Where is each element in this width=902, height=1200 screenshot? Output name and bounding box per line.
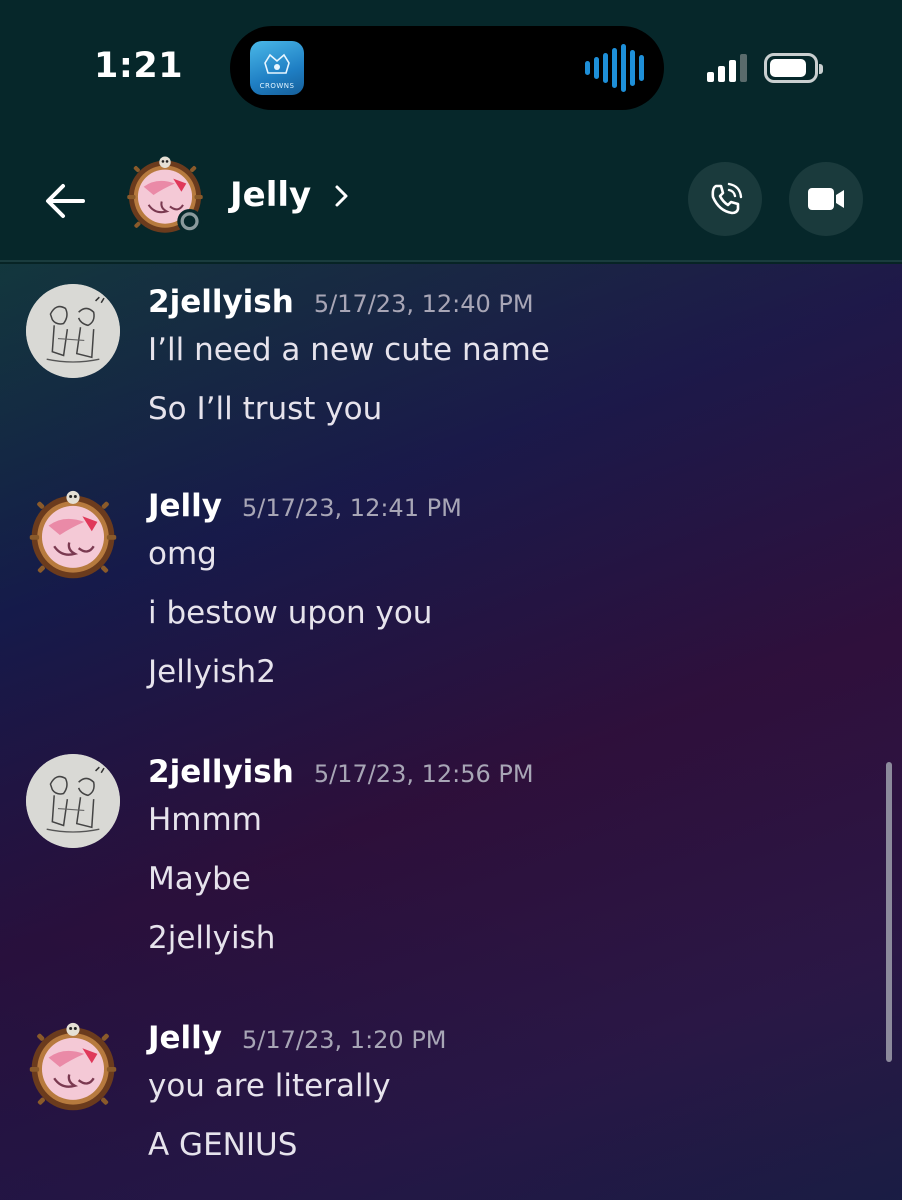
voice-call-button[interactable]	[688, 162, 762, 236]
message-group: 2jellyish 5/17/23, 12:40 PM I’ll need a …	[0, 284, 860, 444]
message-timestamp: 5/17/23, 1:20 PM	[242, 1026, 447, 1054]
message-text[interactable]: omg	[148, 536, 217, 572]
message-header: Jelly 5/17/23, 1:20 PM	[148, 1020, 447, 1056]
message-group: Jelly 5/17/23, 12:41 PM omg i bestow upo…	[0, 488, 860, 698]
message-group: 2jellyish 5/17/23, 12:56 PM Hmmm Maybe 2…	[0, 754, 860, 964]
phone-icon	[711, 182, 743, 215]
video-camera-icon	[808, 188, 844, 210]
message-group: Jelly 5/17/23, 1:20 PM you are literally…	[0, 1020, 860, 1190]
message-text[interactable]: A GENIUS	[148, 1127, 297, 1163]
message-text[interactable]: i bestow upon you	[148, 595, 432, 631]
scrollbar[interactable]	[886, 762, 892, 1062]
message-list[interactable]: 2jellyish 5/17/23, 12:40 PM I’ll need a …	[0, 264, 902, 1200]
message-header: 2jellyish 5/17/23, 12:40 PM	[148, 284, 534, 320]
header-avatar[interactable]	[124, 153, 206, 237]
author-avatar[interactable]	[26, 284, 120, 378]
status-bar: 1:21 CROWNS	[0, 0, 902, 140]
message-timestamp: 5/17/23, 12:40 PM	[313, 290, 534, 318]
message-text[interactable]: I’ll need a new cute name	[148, 332, 550, 368]
header-title[interactable]: Jelly	[230, 175, 311, 215]
video-call-button[interactable]	[789, 162, 863, 236]
live-activity-app-icon[interactable]: CROWNS	[250, 41, 304, 95]
message-text[interactable]: Jellyish2	[148, 654, 276, 690]
message-text[interactable]: So I’ll trust you	[148, 391, 382, 427]
message-text[interactable]: Hmmm	[148, 802, 262, 838]
message-timestamp: 5/17/23, 12:41 PM	[242, 494, 462, 522]
live-activity-app-label: CROWNS	[259, 82, 295, 90]
author-name[interactable]: Jelly	[148, 1020, 222, 1056]
author-avatar[interactable]	[26, 1020, 120, 1114]
message-timestamp: 5/17/23, 12:56 PM	[313, 760, 534, 788]
arrow-left-icon	[46, 184, 85, 218]
author-name[interactable]: Jelly	[148, 488, 222, 524]
conversation-header: Jelly	[0, 140, 902, 262]
message-text[interactable]: Maybe	[148, 861, 251, 897]
chevron-right-icon[interactable]	[332, 182, 352, 210]
dynamic-island[interactable]: CROWNS	[230, 26, 664, 110]
author-avatar[interactable]	[26, 754, 120, 848]
author-name[interactable]: 2jellyish	[148, 754, 294, 790]
message-header: 2jellyish 5/17/23, 12:56 PM	[148, 754, 534, 790]
audio-waveform-icon	[585, 44, 644, 92]
cellular-signal-icon	[707, 54, 747, 82]
message-header: Jelly 5/17/23, 12:41 PM	[148, 488, 462, 524]
message-text[interactable]: 2jellyish	[148, 920, 275, 956]
battery-icon	[764, 53, 823, 83]
author-name[interactable]: 2jellyish	[148, 284, 294, 320]
status-time: 1:21	[94, 46, 184, 86]
author-avatar[interactable]	[26, 488, 120, 582]
avatar-image	[126, 155, 204, 234]
back-button[interactable]	[40, 176, 90, 226]
message-text[interactable]: you are literally	[148, 1068, 391, 1104]
